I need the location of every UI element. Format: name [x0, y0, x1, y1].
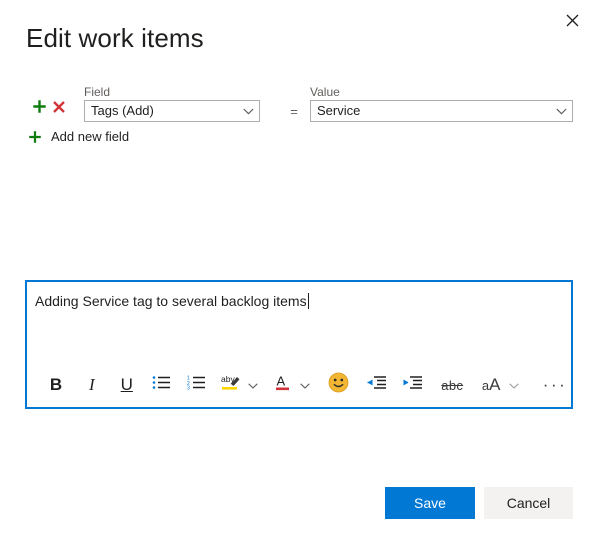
plus-icon: [32, 99, 47, 119]
svg-text:3: 3: [187, 386, 190, 390]
bold-button[interactable]: B: [41, 370, 71, 400]
numbered-list-button[interactable]: 1 2 3: [182, 370, 212, 400]
emoji-icon: [328, 372, 349, 398]
strikethrough-button[interactable]: abc: [435, 370, 469, 400]
field-mapping-row: Field Value Tags (Add) = Service: [26, 84, 574, 122]
more-options-icon: ···: [542, 375, 568, 394]
chevron-down-icon: [509, 376, 519, 394]
field-dropdown[interactable]: Tags (Add): [84, 100, 260, 122]
delete-icon: [52, 100, 66, 119]
value-dropdown[interactable]: Service: [310, 100, 573, 122]
svg-text:A: A: [276, 374, 285, 389]
font-color-options-button[interactable]: [296, 376, 314, 394]
underline-button[interactable]: U: [112, 370, 142, 400]
underline-icon: U: [120, 375, 133, 394]
comment-editor-text[interactable]: Adding Service tag to several backlog it…: [35, 291, 563, 311]
more-options-button[interactable]: ···: [539, 370, 571, 400]
chevron-down-icon: [237, 108, 259, 115]
italic-button[interactable]: I: [77, 370, 107, 400]
font-size-options-button[interactable]: [505, 376, 523, 394]
add-new-field-label: Add new field: [51, 129, 130, 144]
remove-field-row-button[interactable]: [50, 100, 68, 118]
add-new-field-button[interactable]: Add new field: [26, 127, 129, 147]
font-size-button[interactable]: aA: [477, 370, 505, 400]
highlight-options-button[interactable]: [244, 376, 262, 394]
highlight-icon: aby: [220, 373, 241, 397]
font-color-icon: A: [274, 373, 292, 397]
plus-icon: [26, 130, 44, 144]
save-button[interactable]: Save: [385, 487, 475, 519]
increase-indent-button[interactable]: [397, 370, 427, 400]
comment-text-value: Adding Service tag to several backlog it…: [35, 293, 307, 309]
emoji-button[interactable]: [324, 370, 354, 400]
edit-work-items-dialog: Edit work items Field Value Tags (Add) =…: [0, 0, 598, 543]
cancel-button[interactable]: Cancel: [484, 487, 573, 519]
decrease-indent-icon: [366, 375, 387, 395]
comment-editor[interactable]: Adding Service tag to several backlog it…: [25, 280, 573, 409]
add-field-row-button[interactable]: [30, 100, 48, 118]
numbered-list-icon: 1 2 3: [187, 375, 206, 395]
bulleted-list-button[interactable]: [147, 370, 177, 400]
increase-indent-icon: [402, 375, 423, 395]
italic-icon: I: [89, 375, 95, 394]
strikethrough-icon: abc: [441, 377, 464, 393]
text-caret: [307, 293, 309, 309]
close-icon: [566, 14, 579, 27]
bold-icon: B: [49, 375, 63, 394]
value-dropdown-value: Service: [317, 103, 361, 118]
equals-operator: =: [290, 103, 298, 119]
chevron-down-icon: [550, 108, 572, 115]
font-color-button[interactable]: A: [270, 370, 296, 400]
page-title: Edit work items: [26, 23, 204, 53]
bulleted-list-icon: [152, 375, 171, 395]
font-size-icon: aA: [481, 375, 501, 394]
value-column-label: Value: [310, 85, 340, 99]
field-dropdown-value: Tags (Add): [91, 103, 154, 118]
chevron-down-icon: [247, 376, 258, 394]
editor-toolbar: B I U 1 2 3 aby A abc aA ···: [27, 363, 571, 407]
chevron-down-icon: [299, 376, 310, 394]
decrease-indent-button[interactable]: [361, 370, 391, 400]
highlight-button[interactable]: aby: [218, 370, 244, 400]
field-column-label: Field: [84, 85, 111, 99]
close-button[interactable]: [554, 3, 590, 37]
